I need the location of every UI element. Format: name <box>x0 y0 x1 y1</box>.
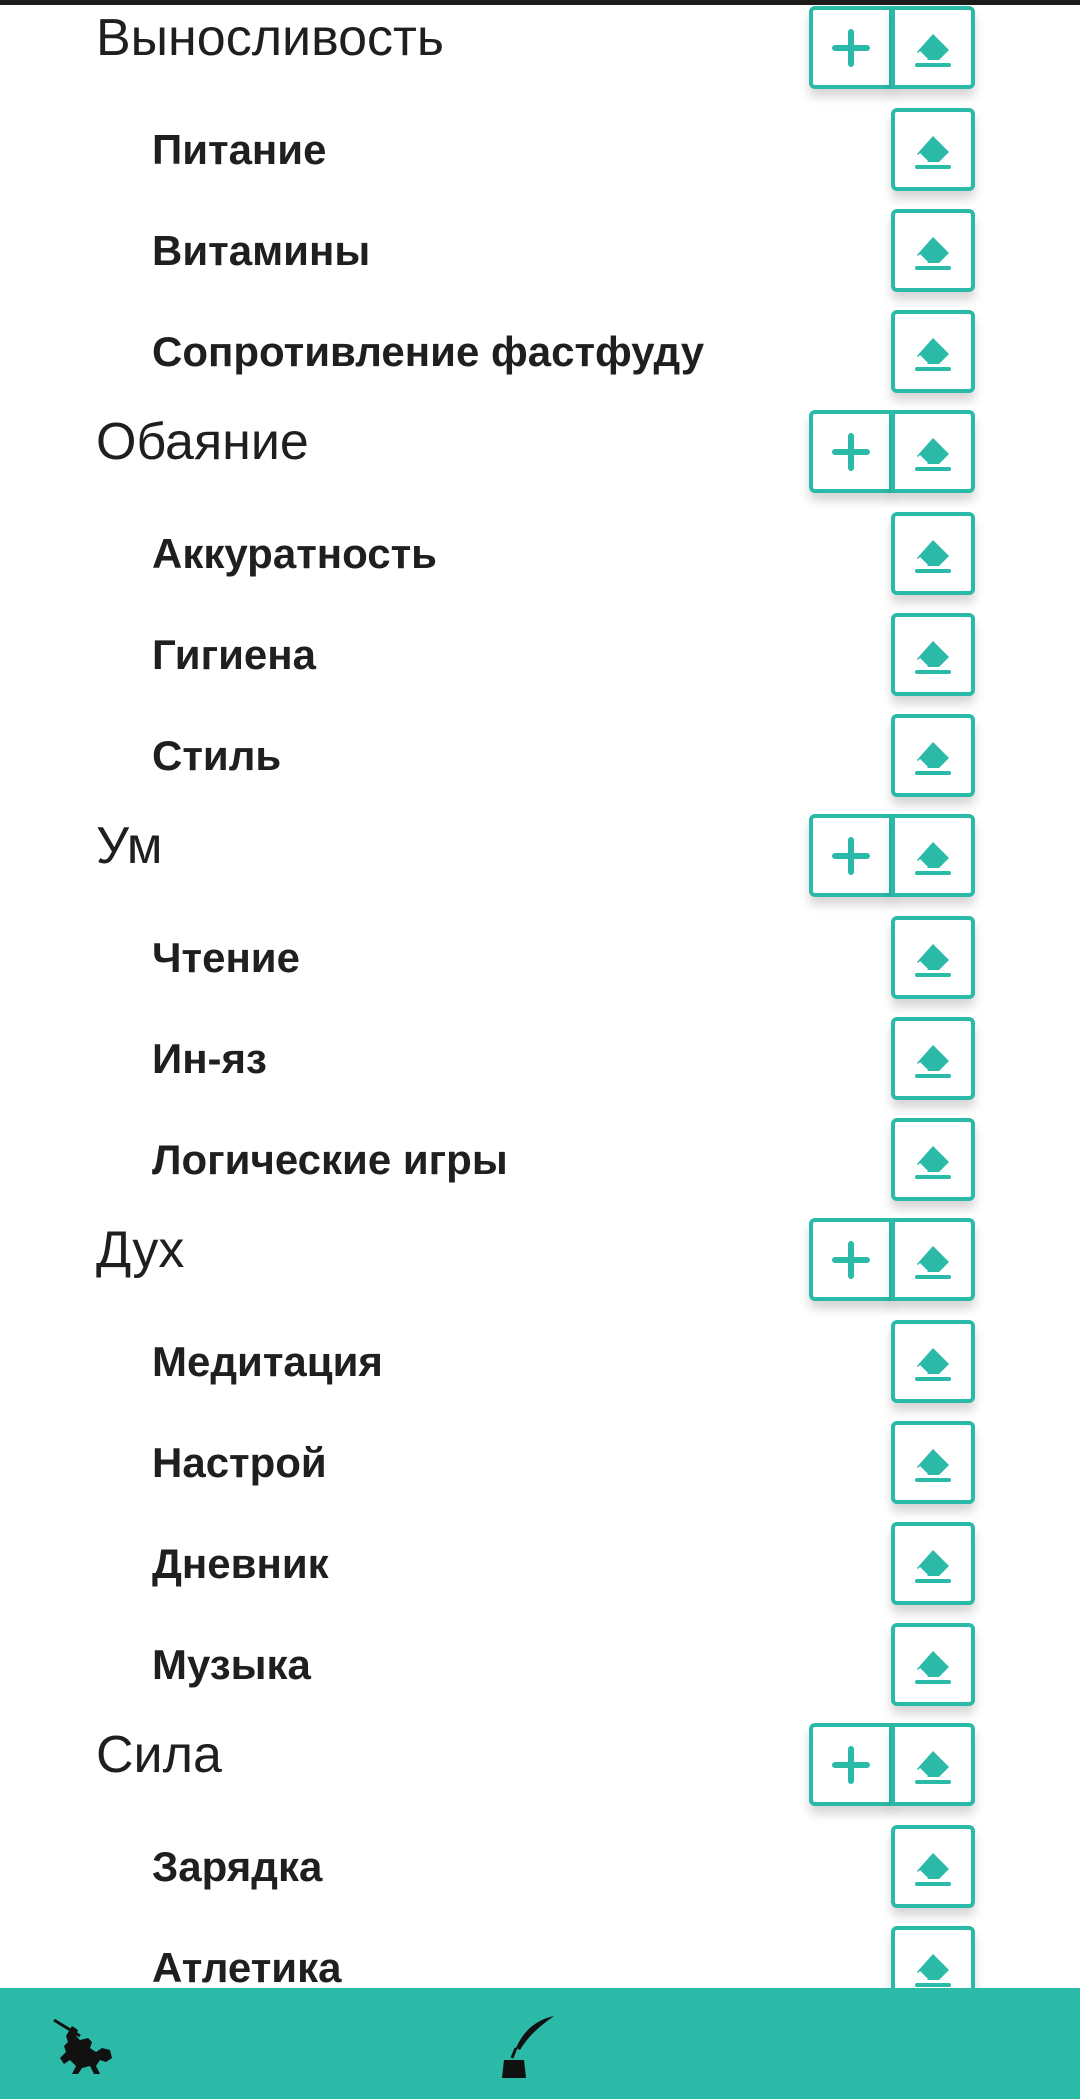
eraser-icon <box>911 1645 955 1685</box>
eraser-icon <box>911 28 955 68</box>
eraser-icon <box>911 736 955 776</box>
item-label: Стиль <box>152 732 282 779</box>
erase-button[interactable] <box>891 1218 975 1301</box>
item-label: Питание <box>152 126 327 173</box>
item-label: Логические игры <box>152 1136 508 1183</box>
plus-icon <box>831 1745 871 1785</box>
eraser-icon <box>911 1948 955 1988</box>
erase-button[interactable] <box>891 1320 975 1403</box>
bottom-navigation <box>0 1988 1080 2099</box>
item-label: Витамины <box>152 227 371 274</box>
eraser-icon <box>911 938 955 978</box>
erase-button[interactable] <box>891 1017 975 1100</box>
list-item[interactable]: Атлетика <box>0 1918 1080 1988</box>
erase-button[interactable] <box>891 1623 975 1706</box>
item-label: Аккуратность <box>152 530 437 577</box>
category-title: Дух <box>96 1221 185 1279</box>
erase-button[interactable] <box>891 613 975 696</box>
list-item[interactable]: Медитация <box>0 1312 1080 1413</box>
item-label: Сопротивление фастфуду <box>152 328 705 375</box>
plus-icon <box>831 28 871 68</box>
erase-button[interactable] <box>891 1926 975 1988</box>
item-label: Атлетика <box>152 1944 342 1988</box>
item-label: Ин-яз <box>152 1035 267 1082</box>
erase-button[interactable] <box>891 410 975 493</box>
eraser-icon <box>911 332 955 372</box>
category-row: Обаяние <box>0 404 1080 505</box>
erase-button[interactable] <box>891 1723 975 1806</box>
list-item[interactable]: Логические игры <box>0 1110 1080 1211</box>
category-row: Ум <box>0 808 1080 909</box>
add-button[interactable] <box>809 6 893 89</box>
eraser-icon <box>911 1847 955 1887</box>
erase-button[interactable] <box>891 1522 975 1605</box>
add-button[interactable] <box>809 410 893 493</box>
skills-list[interactable]: Выносливость Питание Витамины Сопротивле… <box>0 0 1080 1988</box>
item-label: Гигиена <box>152 631 316 678</box>
item-label: Зарядка <box>152 1843 323 1890</box>
eraser-icon <box>911 1039 955 1079</box>
item-label: Дневник <box>152 1540 329 1587</box>
eraser-icon <box>911 231 955 271</box>
eraser-icon <box>911 1140 955 1180</box>
erase-button[interactable] <box>891 1118 975 1201</box>
list-item[interactable]: Питание <box>0 100 1080 201</box>
list-item[interactable]: Зарядка <box>0 1817 1080 1918</box>
erase-button[interactable] <box>891 108 975 191</box>
add-button[interactable] <box>809 1723 893 1806</box>
plus-icon <box>831 1240 871 1280</box>
item-label: Чтение <box>152 934 300 981</box>
category-title: Выносливость <box>96 9 444 67</box>
list-item[interactable]: Стиль <box>0 706 1080 807</box>
item-label: Медитация <box>152 1338 383 1385</box>
category-row: Выносливость <box>0 0 1080 101</box>
category-row: Дух <box>0 1212 1080 1313</box>
eraser-icon <box>911 1745 955 1785</box>
list-item[interactable]: Дневник <box>0 1514 1080 1615</box>
eraser-icon <box>911 836 955 876</box>
eraser-icon <box>911 1443 955 1483</box>
list-item[interactable]: Аккуратность <box>0 504 1080 605</box>
erase-button[interactable] <box>891 209 975 292</box>
eraser-icon <box>911 130 955 170</box>
add-button[interactable] <box>809 814 893 897</box>
list-item[interactable]: Сопротивление фастфуду <box>0 302 1080 403</box>
list-item[interactable]: Настрой <box>0 1413 1080 1514</box>
erase-button[interactable] <box>891 1421 975 1504</box>
erase-button[interactable] <box>891 916 975 999</box>
list-item[interactable]: Чтение <box>0 908 1080 1009</box>
list-item[interactable]: Ин-яз <box>0 1009 1080 1110</box>
eraser-icon <box>911 432 955 472</box>
quill-inkwell-icon[interactable] <box>490 2012 558 2080</box>
eraser-icon <box>911 1240 955 1280</box>
eraser-icon <box>911 534 955 574</box>
erase-button[interactable] <box>891 714 975 797</box>
category-title: Обаяние <box>96 413 309 471</box>
plus-icon <box>831 836 871 876</box>
eraser-icon <box>911 635 955 675</box>
erase-button[interactable] <box>891 1825 975 1908</box>
category-title: Ум <box>96 817 163 875</box>
list-item[interactable]: Витамины <box>0 201 1080 302</box>
category-title: Сила <box>96 1726 222 1784</box>
erase-button[interactable] <box>891 814 975 897</box>
list-item[interactable]: Гигиена <box>0 605 1080 706</box>
item-label: Музыка <box>152 1641 311 1688</box>
erase-button[interactable] <box>891 6 975 89</box>
erase-button[interactable] <box>891 512 975 595</box>
list-item[interactable]: Музыка <box>0 1615 1080 1716</box>
erase-button[interactable] <box>891 310 975 393</box>
eraser-icon <box>911 1342 955 1382</box>
plus-icon <box>831 432 871 472</box>
eraser-icon <box>911 1544 955 1584</box>
knight-icon[interactable] <box>50 2012 118 2080</box>
add-button[interactable] <box>809 1218 893 1301</box>
category-row: Сила <box>0 1717 1080 1818</box>
item-label: Настрой <box>152 1439 327 1486</box>
